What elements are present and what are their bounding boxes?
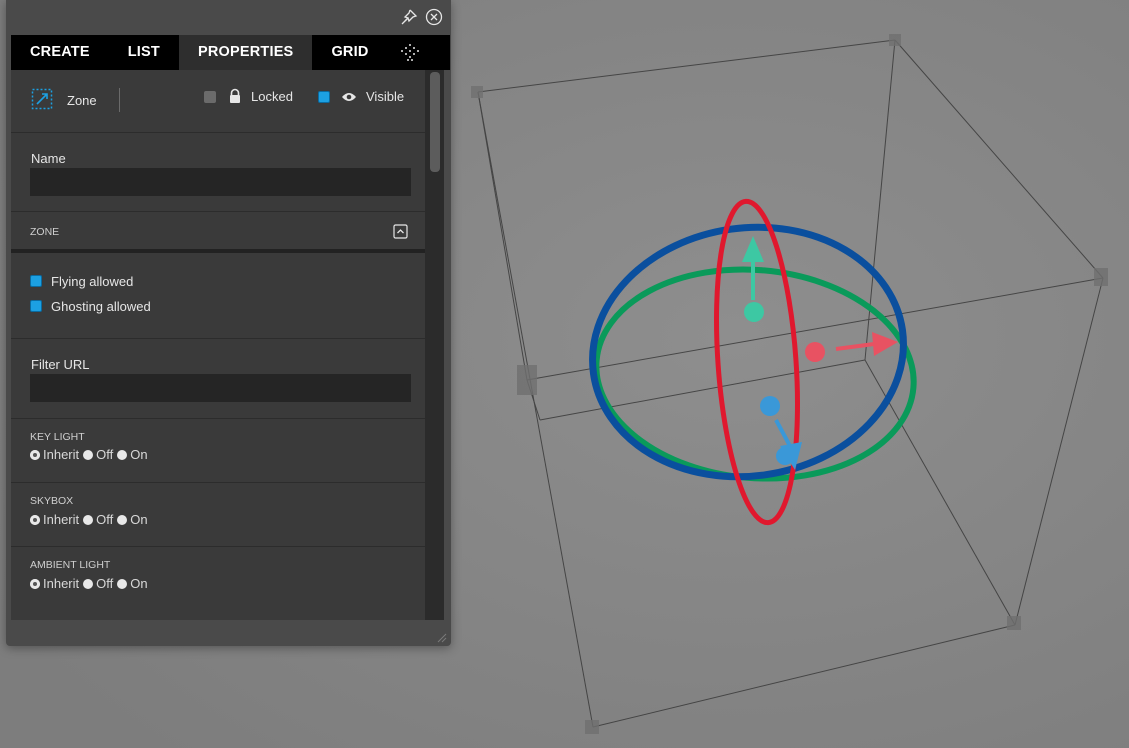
ambient-inherit-label: Inherit [43, 576, 80, 591]
filter-url-label: Filter URL [31, 357, 90, 372]
key-light-on-label: On [130, 447, 148, 462]
skybox-inherit-radio[interactable] [30, 514, 40, 525]
filter-url-input[interactable] [30, 374, 411, 402]
dots-icon [400, 43, 419, 61]
skybox-title: SKYBOX [30, 495, 74, 507]
name-input[interactable] [30, 168, 411, 196]
filter-url-section: Filter URL [11, 338, 425, 419]
close-icon[interactable] [425, 8, 443, 26]
key-light-section: KEY LIGHT Inherit Off On [11, 418, 425, 483]
ambient-off-radio[interactable] [83, 578, 94, 589]
key-light-on-radio[interactable] [117, 449, 128, 460]
eye-icon [341, 90, 357, 108]
skybox-on-radio[interactable] [117, 514, 128, 525]
ambient-inherit-radio[interactable] [30, 578, 40, 589]
scrollbar-thumb[interactable] [430, 72, 440, 172]
ambient-light-section: AMBIENT LIGHT Inherit Off On [11, 546, 425, 620]
name-section: Name [11, 132, 425, 212]
ambient-on-label: On [130, 576, 148, 591]
tab-particles[interactable] [388, 35, 432, 70]
ambient-light-title: AMBIENT LIGHT [30, 559, 111, 571]
ambient-light-options: Inherit Off On [30, 576, 152, 591]
tab-properties[interactable]: PROPERTIES [178, 35, 313, 70]
flying-label: Flying allowed [51, 274, 134, 289]
ghosting-label: Ghosting allowed [51, 299, 151, 314]
name-label: Name [31, 151, 66, 166]
key-light-title: KEY LIGHT [30, 431, 85, 443]
visible-label: Visible [366, 89, 405, 104]
tab-grid[interactable]: GRID [312, 35, 387, 70]
visible-checkbox[interactable] [318, 91, 330, 103]
tab-list[interactable]: LIST [109, 35, 179, 70]
properties-panel: CREATE LIST PROPERTIES GRID Zone Locked … [6, 0, 451, 646]
collapse-icon[interactable] [393, 224, 408, 244]
ambient-on-radio[interactable] [117, 578, 128, 589]
key-light-options: Inherit Off On [30, 447, 152, 462]
ghosting-checkbox[interactable] [30, 300, 42, 312]
flying-checkbox[interactable] [30, 275, 42, 287]
locked-checkbox[interactable] [204, 91, 216, 103]
panel-title-bar [6, 0, 451, 35]
zone-icon [31, 88, 53, 115]
panel-scrollbar[interactable] [425, 70, 444, 620]
header-divider [119, 88, 120, 112]
key-light-inherit-radio[interactable] [30, 449, 40, 460]
tab-create[interactable]: CREATE [11, 35, 109, 70]
resize-grip-icon[interactable] [435, 630, 447, 643]
key-light-off-radio[interactable] [83, 449, 94, 460]
properties-content: Zone Locked Visible Name ZONE Flying all… [11, 70, 425, 620]
entity-type-label: Zone [67, 93, 97, 108]
skybox-on-label: On [130, 512, 148, 527]
skybox-inherit-label: Inherit [43, 512, 80, 527]
zone-section-title: ZONE [30, 226, 60, 238]
skybox-off-radio[interactable] [83, 514, 94, 525]
zone-section-header[interactable]: ZONE [11, 211, 425, 250]
zone-flags: Flying allowed Ghosting allowed [11, 253, 425, 338]
ambient-off-label: Off [96, 576, 114, 591]
key-light-off-label: Off [96, 447, 114, 462]
locked-label: Locked [251, 89, 293, 104]
entity-header: Zone Locked Visible [11, 70, 425, 132]
tab-bar: CREATE LIST PROPERTIES GRID [11, 35, 450, 70]
pin-icon[interactable] [400, 8, 418, 26]
skybox-options: Inherit Off On [30, 512, 152, 527]
key-light-inherit-label: Inherit [43, 447, 80, 462]
skybox-section: SKYBOX Inherit Off On [11, 482, 425, 547]
lock-icon [228, 88, 242, 109]
skybox-off-label: Off [96, 512, 114, 527]
